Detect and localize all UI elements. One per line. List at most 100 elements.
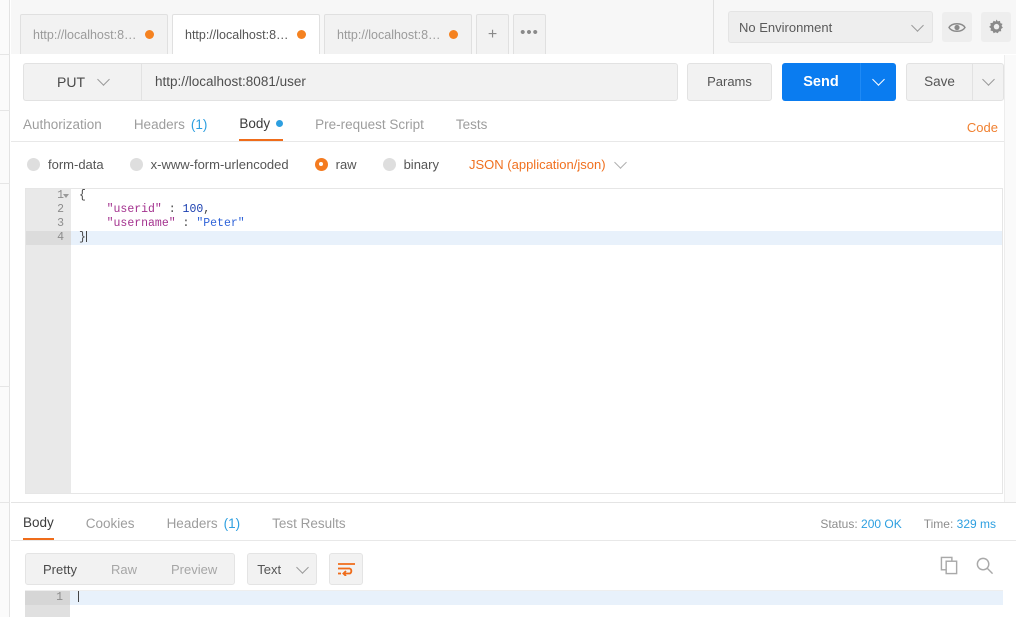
code-token: ,	[203, 203, 211, 216]
tab-authorization[interactable]: Authorization	[23, 110, 102, 141]
response-section-tabs: Body Cookies Headers (1) Test Results St…	[11, 508, 1016, 541]
body-present-dot-icon	[276, 120, 284, 127]
headers-count: (1)	[190, 117, 208, 132]
request-tab-3[interactable]: http://localhost:8081/	[324, 14, 472, 54]
unsaved-dot-icon[interactable]	[145, 30, 154, 39]
save-button-group: Save	[906, 62, 1004, 101]
code-token: :	[175, 217, 197, 230]
body-type-form-data[interactable]: form-data	[27, 157, 104, 172]
main-scrollbar-track[interactable]	[1004, 55, 1016, 502]
response-headers-count: (1)	[223, 516, 241, 531]
time-value: 329 ms	[956, 517, 996, 531]
request-tab-label: http://localhost:8081/	[33, 27, 137, 42]
tab-label: Authorization	[23, 117, 102, 132]
code-line[interactable]: {	[71, 189, 1002, 203]
send-button[interactable]: Send	[782, 62, 860, 101]
tab-label: Headers	[166, 516, 218, 531]
content-type-select[interactable]: JSON (application/json)	[469, 155, 627, 172]
body-type-binary[interactable]: binary	[382, 156, 439, 172]
code-line[interactable]: "userid" : 100,	[71, 203, 1002, 217]
tab-pre-request-script[interactable]: Pre-request Script	[315, 110, 424, 141]
settings-button[interactable]	[981, 12, 1011, 42]
response-view-raw[interactable]: Raw	[94, 554, 154, 584]
line-number: 1	[26, 189, 71, 203]
response-editor-code-area[interactable]	[70, 591, 1003, 617]
response-tab-cookies[interactable]: Cookies	[86, 509, 135, 540]
tab-options-button[interactable]: •••	[513, 14, 546, 54]
code-token: "Peter"	[196, 217, 245, 230]
rail-divider	[0, 386, 10, 387]
content-type-value: JSON (application/json)	[469, 156, 606, 172]
code-token: 100	[182, 203, 204, 216]
send-button-group: Send	[782, 62, 896, 101]
request-body-editor[interactable]: 1234 { "userid" : 100, "username" : "Pet…	[25, 188, 1003, 494]
tab-tests[interactable]: Tests	[456, 110, 488, 141]
url-input[interactable]: http://localhost:8081/user	[141, 62, 678, 101]
time-badge: Time: 329 ms	[924, 517, 996, 531]
response-tab-body[interactable]: Body	[23, 509, 54, 540]
request-section-tabs: Authorization Headers (1) Body Pre-reque…	[11, 110, 1016, 142]
body-type-raw[interactable]: raw	[314, 156, 357, 172]
response-tab-test-results[interactable]: Test Results	[272, 509, 346, 540]
status-label: Status:	[820, 517, 858, 531]
tab-label: Headers	[133, 117, 185, 132]
line-number: 2	[57, 203, 64, 216]
environment-select[interactable]: No Environment	[728, 11, 933, 43]
save-button[interactable]: Save	[906, 62, 972, 101]
code-token: {	[79, 189, 86, 202]
http-method-select[interactable]: PUT	[23, 62, 141, 101]
tab-headers[interactable]: Headers (1)	[134, 110, 208, 141]
word-wrap-button[interactable]	[329, 553, 364, 585]
request-tab-2[interactable]: http://localhost:8081/	[172, 14, 320, 54]
status-value: 200 OK	[861, 517, 902, 531]
code-line[interactable]: "username" : "Peter"	[71, 217, 1002, 231]
unsaved-dot-icon[interactable]	[297, 30, 306, 39]
response-view-group: Pretty Raw Preview	[25, 553, 236, 585]
environment-select-value: No Environment	[739, 19, 833, 35]
response-tab-headers[interactable]: Headers (1)	[167, 509, 241, 540]
request-tab-label: http://localhost:8081/	[337, 27, 441, 42]
radio-icon	[129, 157, 143, 171]
response-body-editor[interactable]: 1	[25, 590, 1003, 617]
copy-button[interactable]	[940, 556, 959, 580]
gear-icon	[988, 19, 1003, 33]
response-code-line[interactable]	[70, 591, 1003, 605]
params-button[interactable]: Params	[687, 62, 772, 101]
send-options-button[interactable]	[860, 62, 896, 101]
tab-label: Body	[239, 116, 271, 131]
response-toolbar: Pretty Raw Preview Text	[11, 548, 1016, 590]
text-cursor	[78, 591, 79, 602]
environment-zone: No Environment	[714, 0, 1016, 54]
request-tab-1[interactable]: http://localhost:8081/	[20, 14, 168, 54]
new-tab-button[interactable]: +	[476, 14, 509, 54]
body-type-label: binary	[403, 156, 439, 172]
response-view-preview[interactable]: Preview	[154, 554, 234, 584]
save-options-button[interactable]	[972, 62, 1004, 101]
status-badge: Status: 200 OK	[820, 517, 901, 531]
environment-quick-look-button[interactable]	[942, 12, 972, 42]
fold-arrow-icon[interactable]	[63, 194, 69, 198]
tab-body[interactable]: Body	[239, 110, 284, 141]
code-line[interactable]: }	[71, 231, 1002, 245]
code-link[interactable]: Code	[967, 120, 998, 135]
body-type-label: form-data	[48, 156, 104, 172]
radio-icon	[27, 157, 40, 171]
editor-code-area[interactable]: { "userid" : 100, "username" : "Peter"}	[71, 189, 1002, 493]
body-type-label: x-www-form-urlencoded	[150, 156, 289, 172]
chevron-down-icon	[97, 73, 110, 86]
rail-divider	[0, 54, 10, 55]
response-format-select[interactable]: Text	[247, 553, 318, 585]
editor-gutter: 1234	[26, 189, 71, 493]
chevron-down-icon	[296, 560, 310, 574]
chevron-down-icon	[613, 155, 627, 169]
search-icon	[976, 557, 994, 575]
body-type-label: raw	[335, 156, 357, 172]
chevron-down-icon	[911, 18, 924, 32]
code-token: "userid"	[106, 203, 162, 216]
chevron-down-icon	[981, 73, 995, 86]
unsaved-dot-icon[interactable]	[449, 30, 458, 39]
response-view-pretty[interactable]: Pretty	[26, 554, 94, 584]
search-response-button[interactable]	[975, 556, 994, 580]
response-editor-gutter: 1	[25, 591, 70, 617]
body-type-urlencoded[interactable]: x-www-form-urlencoded	[129, 156, 289, 172]
